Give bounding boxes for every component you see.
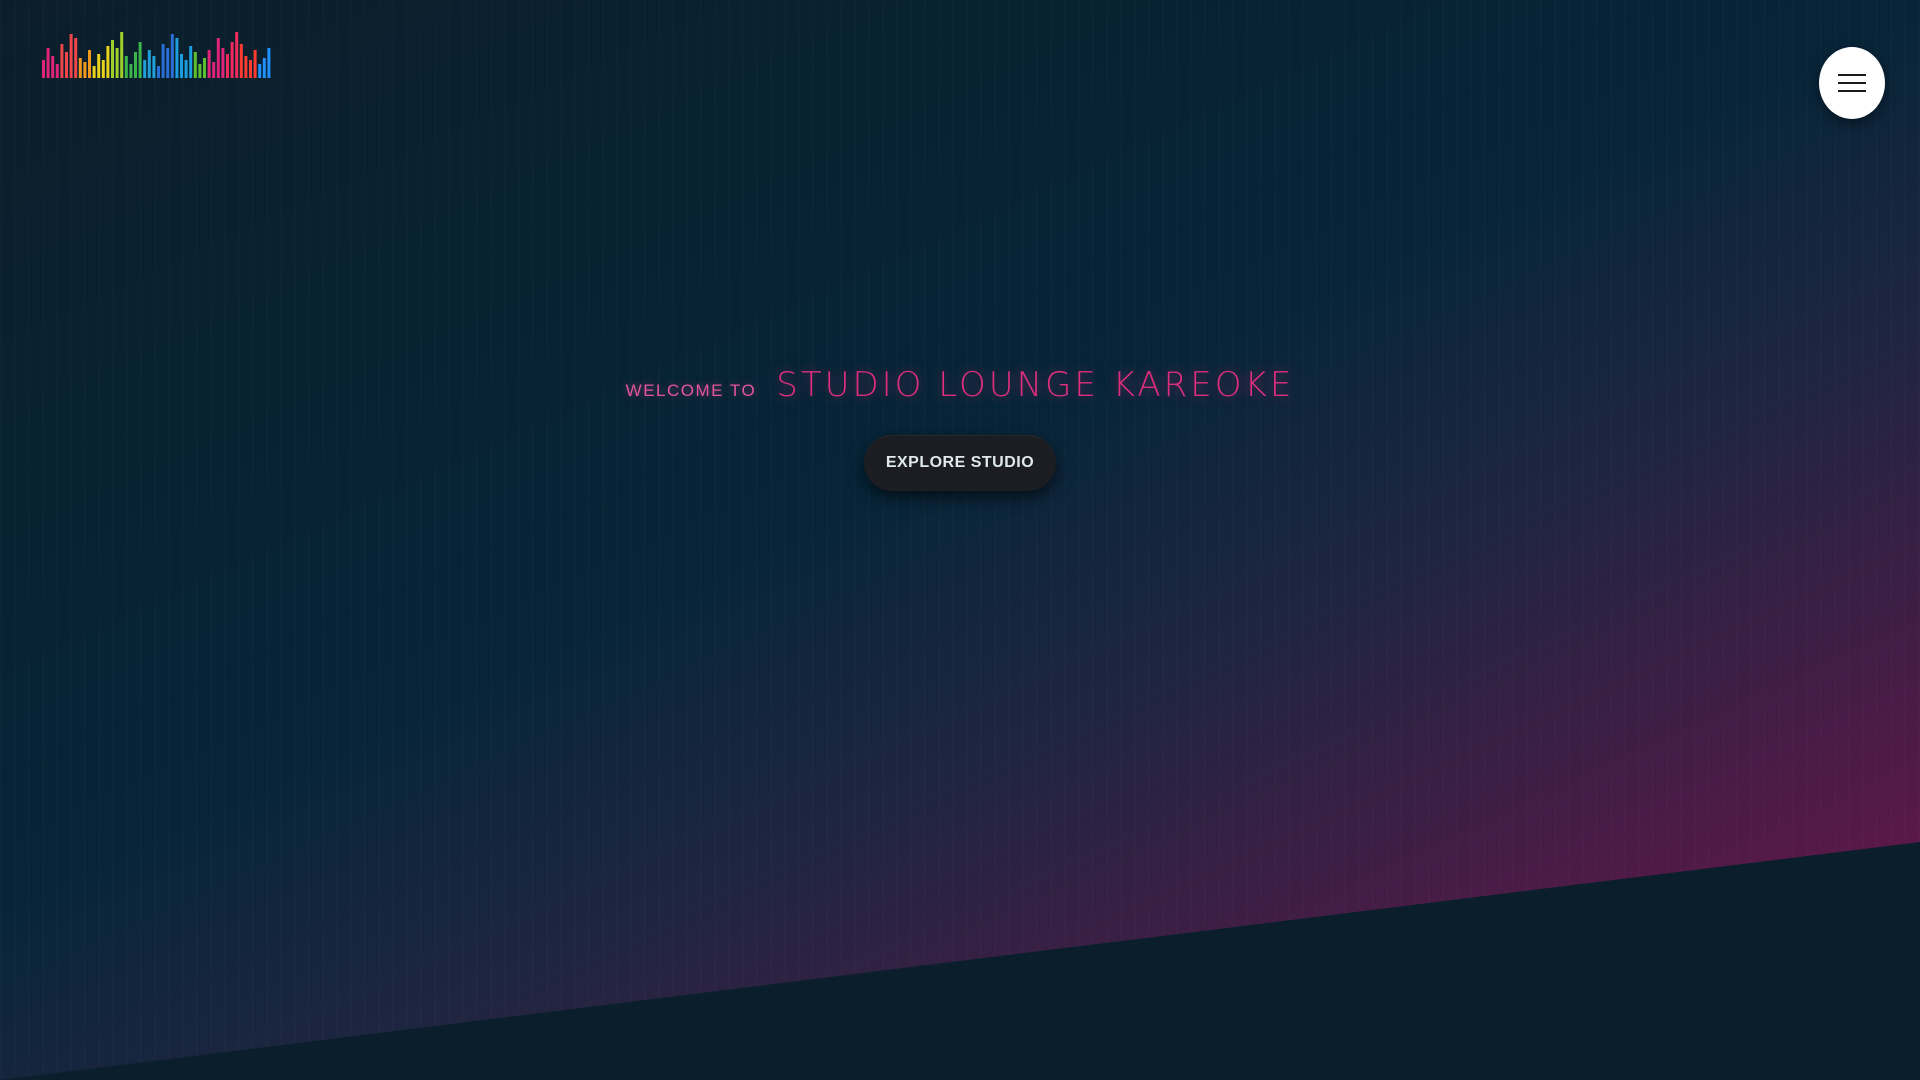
logo-bar xyxy=(147,50,151,78)
logo-bar xyxy=(42,60,45,78)
logo-bar xyxy=(267,48,271,78)
welcome-label: WELCOME TO xyxy=(625,381,757,400)
hero-heading: WELCOME TO STUDIO LOUNGE KAREOKE xyxy=(626,365,1295,405)
logo-bar xyxy=(198,64,202,78)
logo-bar xyxy=(249,60,252,78)
logo-bar xyxy=(258,64,262,78)
logo-bar xyxy=(97,54,101,78)
hero-section: WELCOME TO STUDIO LOUNGE KAREOKE EXPLORE… xyxy=(0,0,1920,1080)
logo-bar xyxy=(226,54,229,78)
logo-bar xyxy=(170,34,174,78)
logo-bar xyxy=(161,44,165,78)
logo-bar xyxy=(83,62,87,78)
logo-bar xyxy=(212,62,216,78)
logo-bar xyxy=(51,56,55,78)
hamburger-menu-button[interactable] xyxy=(1819,47,1885,119)
logo-bar xyxy=(46,48,50,78)
logo-bar xyxy=(180,54,183,78)
logo-bar xyxy=(216,38,220,78)
logo-bar xyxy=(189,46,193,78)
logo-bar xyxy=(184,60,188,78)
logo-bar xyxy=(115,48,119,78)
logo-bar xyxy=(74,38,78,78)
logo-bar xyxy=(124,56,128,78)
logo-bar xyxy=(138,42,142,78)
logo-bar xyxy=(244,56,248,78)
logo-bar xyxy=(55,64,59,78)
logo-bar xyxy=(239,44,243,78)
equalizer-bars-logo[interactable] xyxy=(42,28,282,80)
explore-studio-button[interactable]: EXPLORE STUDIO xyxy=(863,435,1057,491)
logo-bar xyxy=(111,40,114,78)
logo-bar xyxy=(193,52,197,78)
logo-bar xyxy=(143,60,147,78)
logo-bar xyxy=(253,50,257,78)
logo-bar xyxy=(65,52,68,78)
hamburger-menu-icon xyxy=(1838,74,1866,92)
logo-bar xyxy=(166,48,170,78)
logo-bar xyxy=(221,48,225,78)
logo-bar xyxy=(230,42,234,78)
logo-bar xyxy=(106,46,110,78)
logo-bar xyxy=(152,56,156,78)
logo-bar xyxy=(92,66,96,78)
logo-bar xyxy=(78,58,82,78)
logo-bar xyxy=(129,64,133,78)
logo-bar xyxy=(134,52,137,78)
logo-bar xyxy=(235,32,239,78)
logo-bar xyxy=(69,34,73,78)
logo-bar xyxy=(88,50,91,78)
studio-title: STUDIO LOUNGE KAREOKE xyxy=(776,365,1295,405)
logo-bar xyxy=(262,58,266,78)
logo-bar xyxy=(157,66,160,78)
logo-bar xyxy=(60,44,64,78)
hero-content: WELCOME TO STUDIO LOUNGE KAREOKE EXPLORE… xyxy=(0,365,1920,491)
bottom-diagonal-panel xyxy=(0,842,1920,1080)
logo-bar xyxy=(120,32,124,78)
logo-bar xyxy=(203,58,206,78)
logo-bar xyxy=(207,50,211,78)
logo-bar xyxy=(101,60,105,78)
logo-bar xyxy=(175,38,179,78)
